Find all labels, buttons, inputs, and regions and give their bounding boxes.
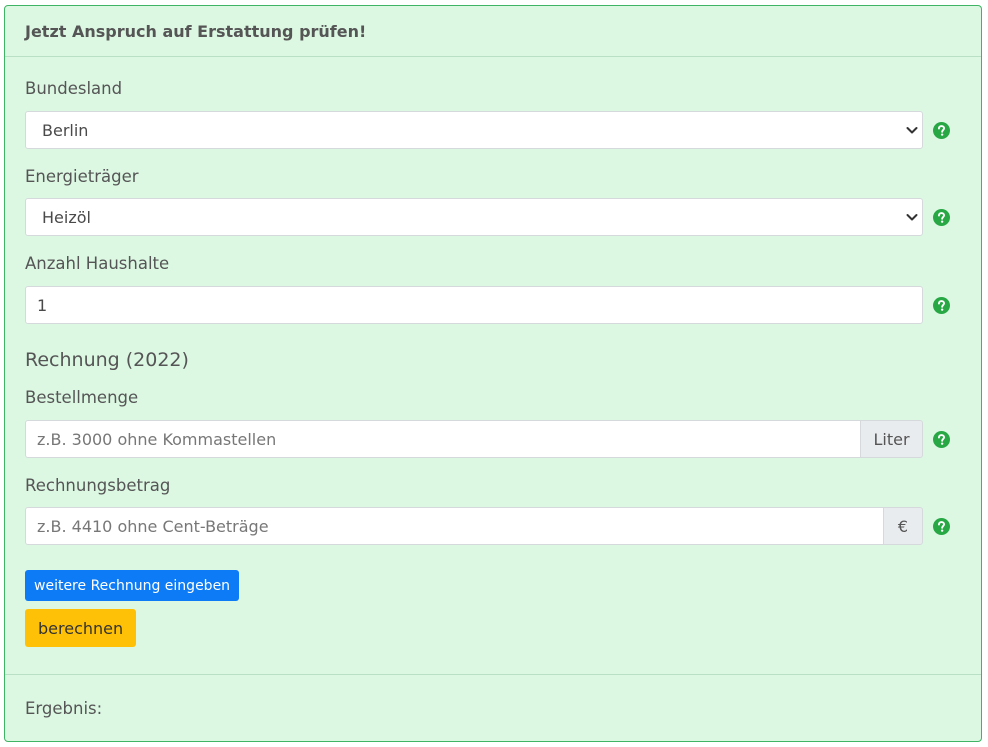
haushalte-label: Anzahl Haushalte	[25, 254, 170, 273]
rechnungsbetrag-input-group: z.B. 4410 ohne Cent-Beträge €	[25, 507, 923, 545]
card-body: Bundesland Berlin Energieträger Heizöl A	[5, 57, 981, 674]
rechnungsbetrag-unit-addon: €	[884, 507, 923, 545]
question-circle-icon[interactable]	[933, 209, 950, 226]
haushalte-input-wrap: 1	[25, 286, 923, 324]
bundesland-select-value[interactable]: Berlin	[25, 111, 923, 149]
question-circle-icon[interactable]	[933, 122, 950, 139]
rechnungsbetrag-label: Rechnungsbetrag	[25, 476, 171, 495]
energietraeger-select-value[interactable]: Heizöl	[25, 198, 923, 236]
question-circle-icon[interactable]	[933, 431, 950, 448]
question-circle-icon[interactable]	[933, 518, 950, 535]
bestellmenge-input[interactable]: z.B. 3000 ohne Kommastellen	[25, 420, 861, 458]
calculate-button[interactable]: berechnen	[25, 609, 137, 647]
bundesland-select[interactable]: Berlin	[25, 111, 923, 149]
chevron-down-icon	[906, 214, 918, 221]
rechnungsbetrag-input[interactable]: z.B. 4410 ohne Cent-Beträge	[25, 507, 884, 545]
bestellmenge-unit-addon: Liter	[861, 420, 923, 458]
bestellmenge-input-group: z.B. 3000 ohne Kommastellen Liter	[25, 420, 923, 458]
bestellmenge-label: Bestellmenge	[25, 388, 139, 407]
chevron-down-icon	[906, 127, 918, 134]
haushalte-input[interactable]: 1	[25, 286, 923, 324]
result-label: Ergebnis:	[25, 698, 103, 718]
question-circle-icon[interactable]	[933, 297, 950, 314]
refund-check-card: Jetzt Anspruch auf Erstattung prüfen! Bu…	[4, 5, 982, 742]
card-title: Jetzt Anspruch auf Erstattung prüfen!	[25, 21, 367, 41]
card-header: Jetzt Anspruch auf Erstattung prüfen!	[5, 6, 981, 57]
invoice-section-heading: Rechnung (2022)	[25, 349, 189, 371]
energietraeger-label: Energieträger	[25, 167, 139, 186]
card-footer: Ergebnis:	[5, 674, 981, 741]
add-invoice-button[interactable]: weitere Rechnung eingeben	[25, 570, 240, 601]
bundesland-label: Bundesland	[25, 79, 123, 98]
energietraeger-select[interactable]: Heizöl	[25, 198, 923, 236]
